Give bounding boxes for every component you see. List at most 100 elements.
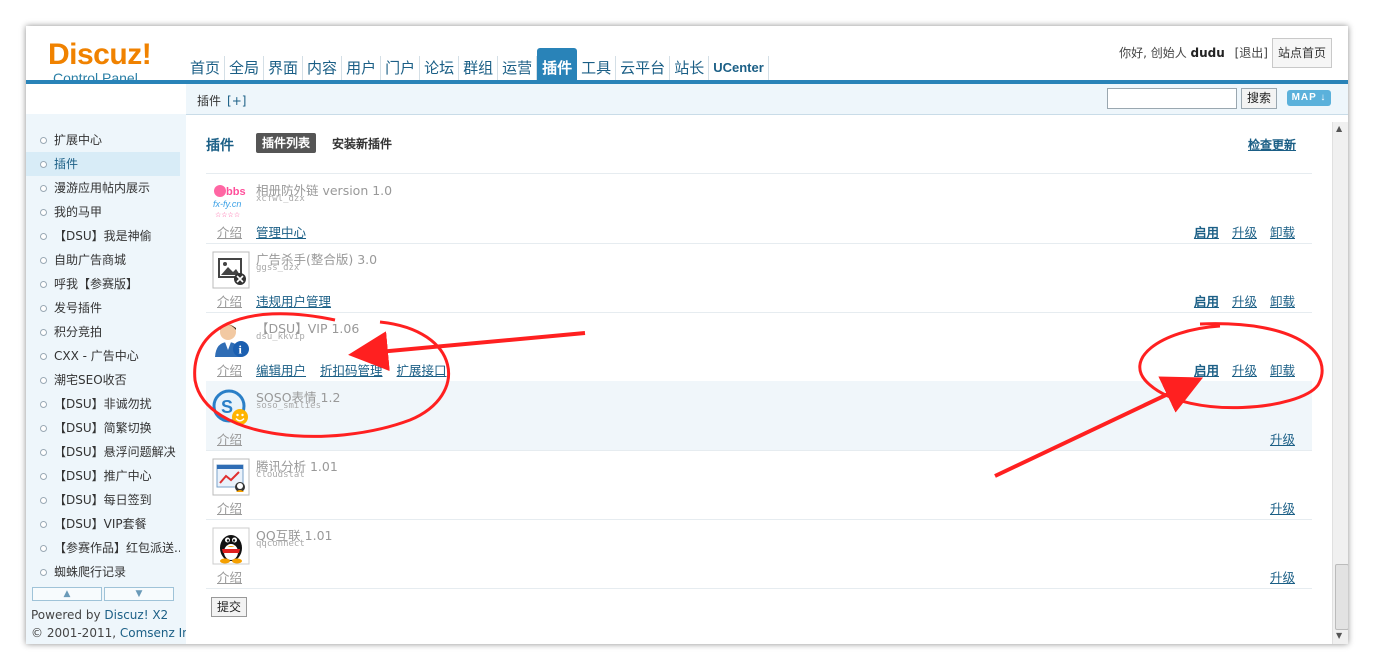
nav-item-1[interactable]: 全局 [225, 56, 265, 82]
nav-item-9[interactable]: 插件 [537, 48, 578, 82]
qq-penguin-icon [212, 527, 250, 565]
sidebar-item[interactable]: 【DSU】每日签到 [26, 488, 180, 512]
nav-item-11[interactable]: 云平台 [616, 56, 671, 82]
sidebar-item[interactable]: 自助广告商城 [26, 248, 180, 272]
copyright: © 2001-2011, Comsenz Inc. [31, 626, 201, 640]
site-home-button[interactable]: 站点首页 [1272, 38, 1332, 68]
nav-item-2[interactable]: 界面 [264, 56, 304, 82]
upgrade-plugin-link[interactable]: 升级 [1270, 498, 1295, 517]
scroll-down-icon[interactable]: ▼ [104, 587, 174, 601]
plugin-manage-link[interactable]: 折扣码管理 [320, 360, 383, 379]
nav-item-5[interactable]: 门户 [381, 56, 421, 82]
submit-button[interactable]: 提交 [211, 597, 247, 617]
sidebar-item[interactable]: 发号插件 [26, 296, 180, 320]
sidebar-scroll-controls: ▲ ▼ [32, 587, 174, 601]
sidebar-item[interactable]: CXX - 广告中心 [26, 344, 180, 368]
nav-item-3[interactable]: 内容 [303, 56, 343, 82]
upgrade-plugin-link[interactable]: 升级 [1232, 222, 1257, 241]
nav-item-7[interactable]: 群组 [459, 56, 499, 82]
user-box: 你好, 创始人 dudu [退出] [1119, 44, 1268, 61]
plugin-actions: 启用 升级 卸载 [1194, 291, 1295, 310]
plugin-intro-link[interactable]: 介绍 [217, 222, 242, 241]
plugin-intro-link[interactable]: 介绍 [217, 567, 242, 586]
sidebar-item[interactable]: 【参赛作品】红包派送... [26, 536, 180, 560]
sidebar-item[interactable]: 呼我【参赛版】 [26, 272, 180, 296]
nav-item-4[interactable]: 用户 [342, 56, 382, 82]
plugin-intro-link[interactable]: 介绍 [217, 429, 242, 448]
sidebar-item[interactable]: 我的马甲 [26, 200, 180, 224]
sidebar-item[interactable]: 漫游应用帖内展示 [26, 176, 180, 200]
sidebar-item[interactable]: 插件 [26, 152, 180, 176]
greeting: 你好, 创始人 [1119, 46, 1191, 60]
image-placeholder-icon [212, 251, 250, 289]
uninstall-plugin-link[interactable]: 卸载 [1270, 222, 1295, 241]
plugin-row: 广告杀手(整合版) 3.0 ggss_dzx 介绍 违规用户管理 启用 升级 卸载 [206, 243, 1312, 313]
scrollbar-thumb[interactable] [1335, 564, 1348, 630]
sidebar-item[interactable]: 【DSU】悬浮问题解决 [26, 440, 180, 464]
scroll-down-icon[interactable]: ▼ [1336, 631, 1342, 640]
plugin-manage-link[interactable]: 编辑用户 [256, 360, 306, 379]
sidebar-item[interactable]: 【DSU】VIP套餐 [26, 512, 180, 536]
plugin-intro-link[interactable]: 介绍 [217, 498, 242, 517]
breadcrumb: 插件 [+] [197, 92, 246, 109]
plugin-actions: 启用 升级 卸载 [1194, 222, 1295, 241]
main-scrollbar[interactable]: ▲ ▼ [1332, 122, 1348, 644]
svg-text:fx-fy.cn: fx-fy.cn [213, 199, 241, 209]
plugin-identifier: dsu_kkvip [256, 332, 305, 342]
check-update-link[interactable]: 检查更新 [1248, 136, 1296, 153]
plugin-intro-link[interactable]: 介绍 [217, 360, 242, 379]
analytics-chart-icon [212, 458, 250, 496]
logout-link[interactable]: [退出] [1235, 46, 1268, 60]
plugin-intro-link[interactable]: 介绍 [217, 291, 242, 310]
plugin-identifier: qqconnect [256, 539, 305, 549]
search-input[interactable] [1107, 88, 1237, 109]
plugin-row: i 【DSU】VIP 1.06 dsu_kkvip 介绍 编辑用户 折扣码管理 扩展接口 启用… [206, 312, 1312, 382]
upgrade-plugin-link[interactable]: 升级 [1270, 567, 1295, 586]
sidebar-item[interactable]: 【DSU】非诚勿扰 [26, 392, 180, 416]
enable-plugin-link[interactable]: 启用 [1194, 291, 1219, 310]
upgrade-plugin-link[interactable]: 升级 [1232, 360, 1257, 379]
enable-plugin-link[interactable]: 启用 [1194, 360, 1219, 379]
enable-plugin-link[interactable]: 启用 [1194, 222, 1219, 241]
scroll-up-icon[interactable]: ▲ [1336, 124, 1342, 133]
header: Discuz! Control Panel 首页 全局 界面 内容 用户 门户 论坛 群组 运营… [26, 26, 1348, 86]
bbs-logo-icon: bbs fx-fy.cn ☆☆☆☆ [212, 182, 250, 220]
uninstall-plugin-link[interactable]: 卸载 [1270, 291, 1295, 310]
sidebar-item[interactable]: 【DSU】推广中心 [26, 464, 180, 488]
scroll-up-icon[interactable]: ▲ [32, 587, 102, 601]
nav-item-13[interactable]: UCenter [709, 56, 769, 82]
tab-install-plugin[interactable]: 安装新插件 [332, 135, 392, 152]
main-content: 插件 插件列表 安装新插件 检查更新 bbs fx-fy.cn ☆☆☆☆ 相册防外链 … [186, 115, 1328, 644]
upgrade-plugin-link[interactable]: 升级 [1232, 291, 1257, 310]
nav-item-8[interactable]: 运营 [498, 56, 538, 82]
tab-plugin-list[interactable]: 插件列表 [256, 133, 317, 153]
plugin-row: S SOSO表情 1.2 soso_smilies 介绍 升级 [206, 381, 1312, 451]
plugin-manage-link[interactable]: 违规用户管理 [256, 291, 331, 310]
map-button[interactable]: MAP ↓ [1287, 90, 1331, 106]
sidebar-item[interactable]: 积分竞拍 [26, 320, 180, 344]
sidebar-item[interactable]: 潮宅SEO收否 [26, 368, 180, 392]
breadcrumb-current: 插件 [197, 94, 222, 108]
sidebar-item[interactable]: 蜘蛛爬行记录 [26, 560, 180, 584]
add-shortcut-link[interactable]: [+] [227, 94, 246, 108]
plugin-manage-link[interactable]: 扩展接口 [397, 360, 447, 379]
uninstall-plugin-link[interactable]: 卸载 [1270, 360, 1295, 379]
main-nav: 首页 全局 界面 内容 用户 门户 论坛 群组 运营 插件 工具 云平台 站长 UCenter [186, 48, 769, 82]
nav-item-6[interactable]: 论坛 [420, 56, 460, 82]
plugin-row: QQ互联 1.01 qqconnect 介绍 升级 [206, 519, 1312, 589]
nav-item-12[interactable]: 站长 [670, 56, 710, 82]
plugin-actions: 升级 [1270, 429, 1295, 448]
discuz-link[interactable]: Discuz! X2 [104, 608, 168, 622]
plugin-row: bbs fx-fy.cn ☆☆☆☆ 相册防外链 version 1.0 xcfwl_dz… [206, 174, 1312, 244]
soso-smile-icon: S [212, 389, 250, 427]
sidebar-item[interactable]: 【DSU】我是神偷 [26, 224, 180, 248]
upgrade-plugin-link[interactable]: 升级 [1270, 429, 1295, 448]
nav-item-0[interactable]: 首页 [186, 56, 226, 82]
powered-by: Powered by Discuz! X2 [31, 608, 169, 622]
sidebar-item[interactable]: 扩展中心 [26, 128, 180, 152]
username[interactable]: dudu [1191, 46, 1225, 60]
search-button[interactable]: 搜索 [1241, 88, 1277, 109]
sidebar-item[interactable]: 【DSU】简繁切换 [26, 416, 180, 440]
plugin-manage-link[interactable]: 管理中心 [256, 222, 306, 241]
nav-item-10[interactable]: 工具 [577, 56, 617, 82]
